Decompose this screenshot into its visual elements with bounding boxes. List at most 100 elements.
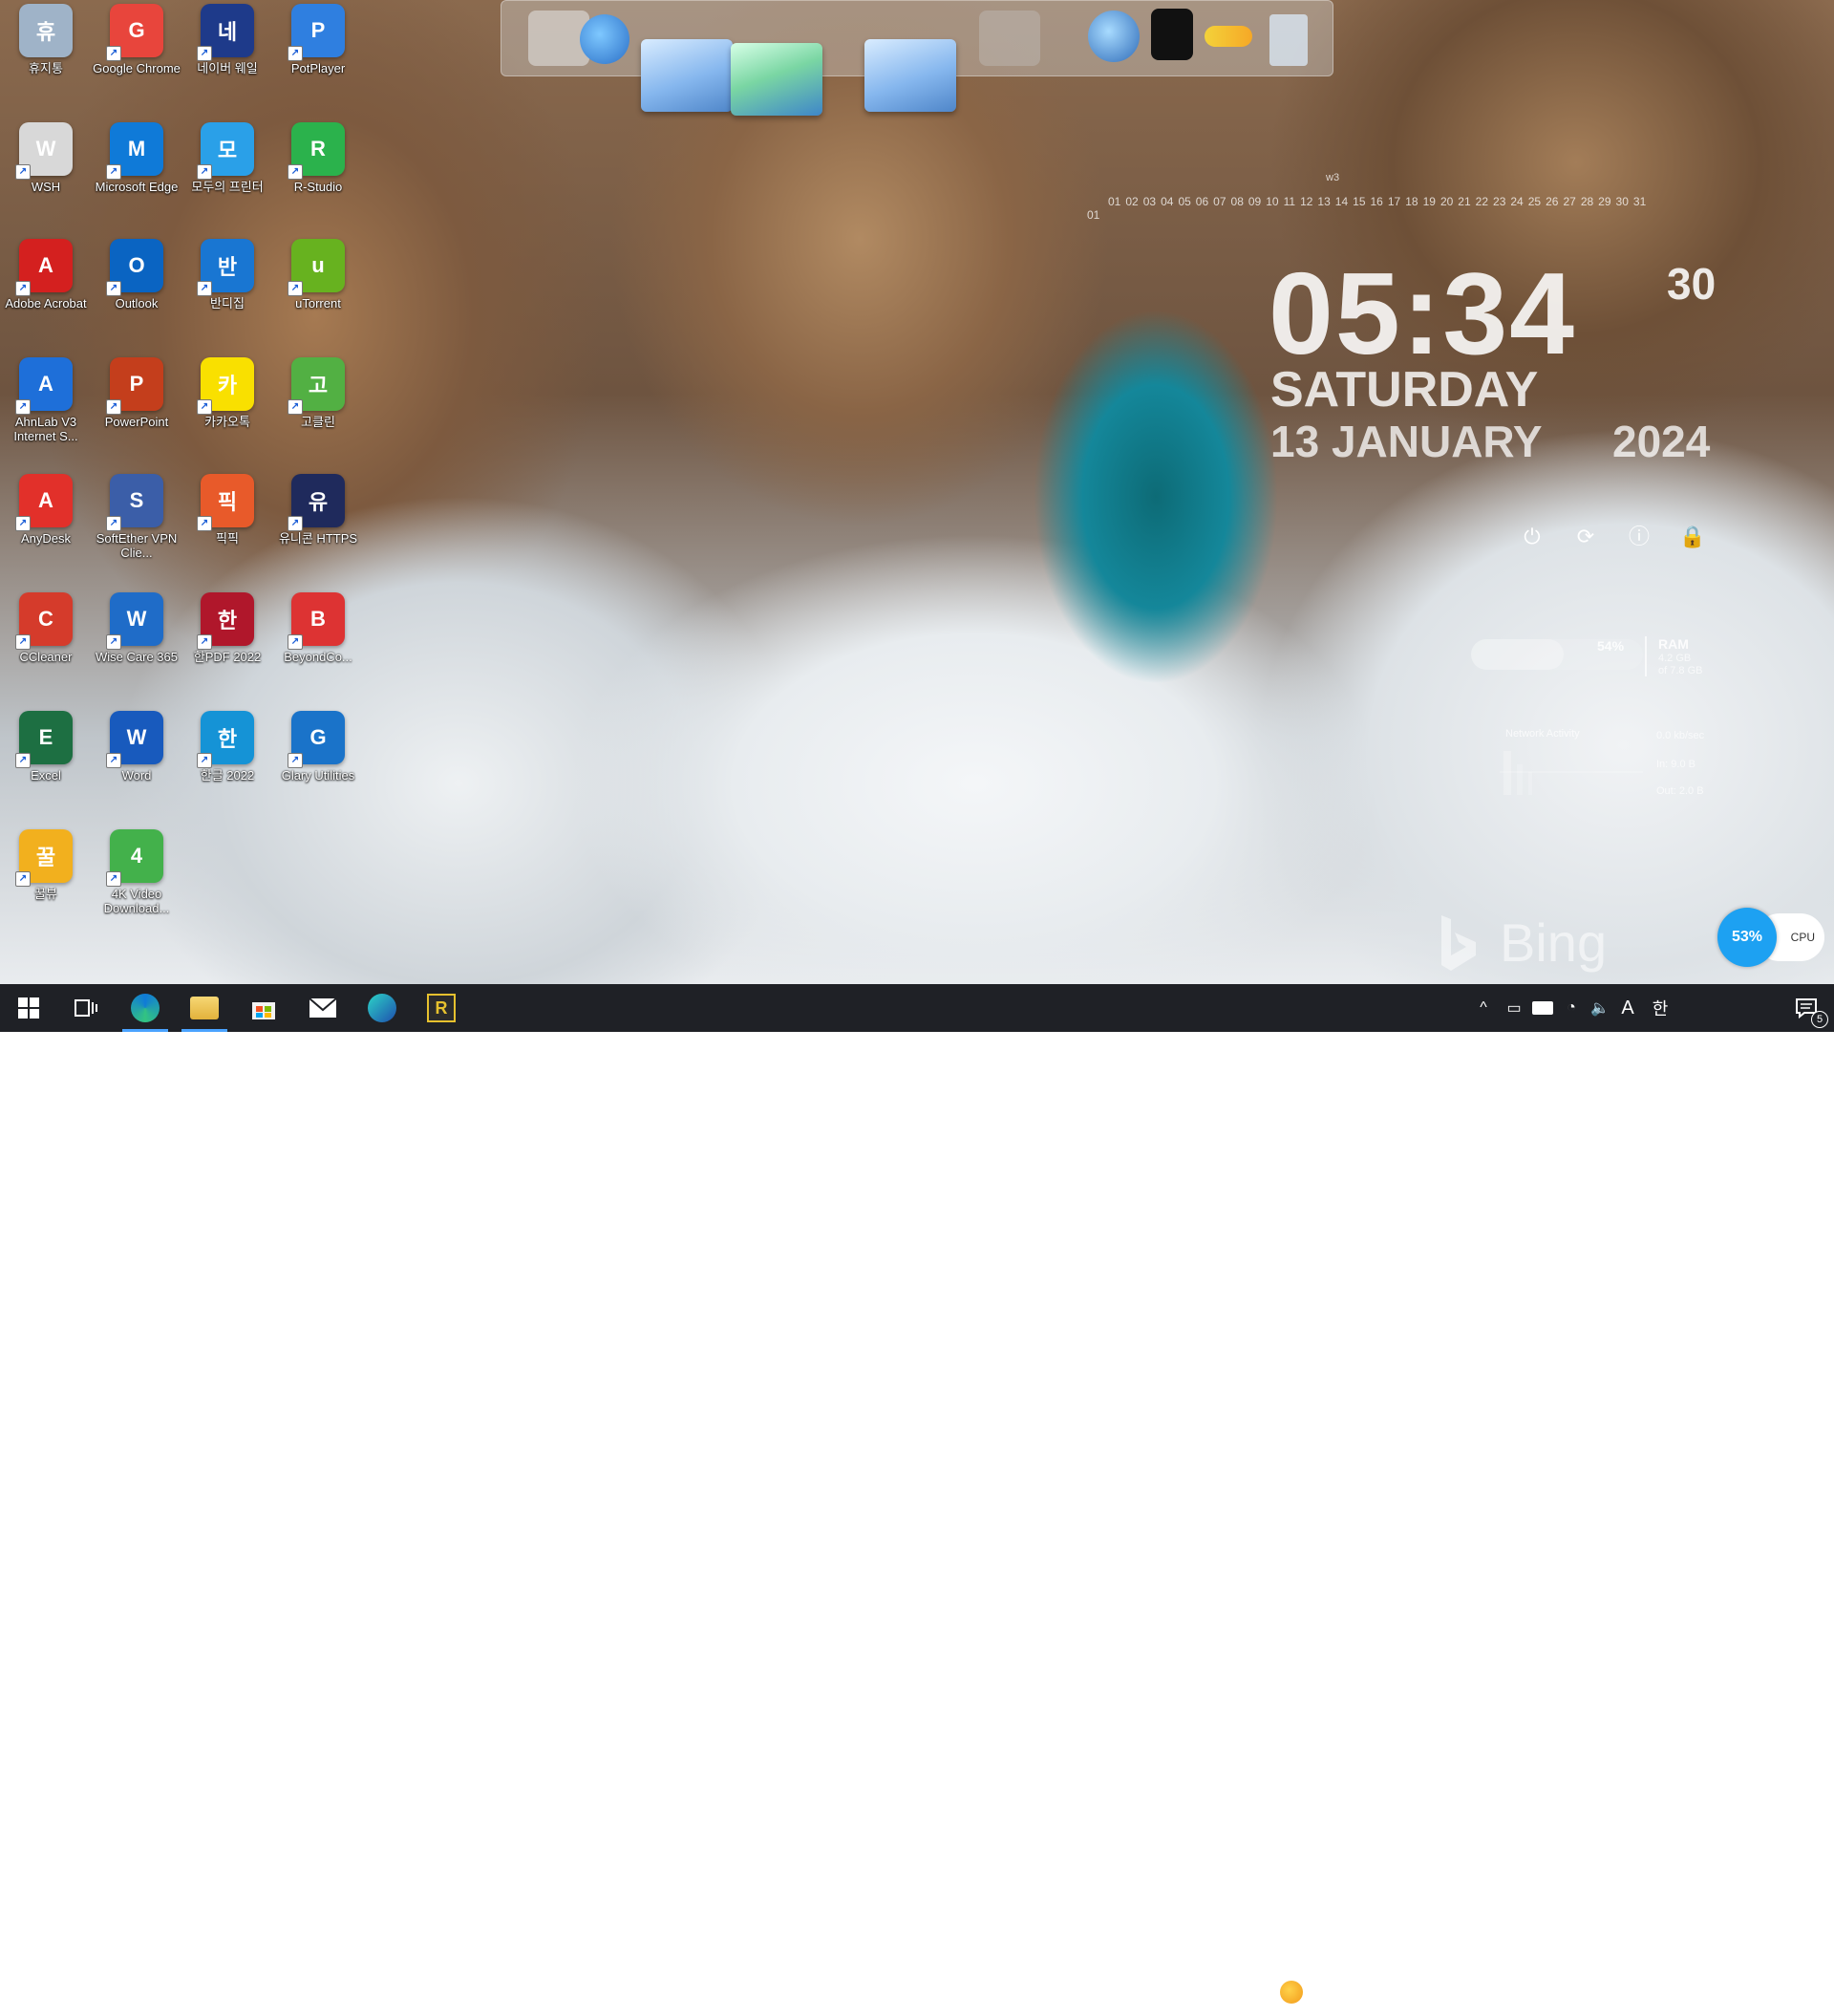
- weather-text: 7°C 대체로 화창: [1311, 1984, 1422, 2004]
- shortcut-arrow-icon: ↗: [197, 164, 212, 180]
- network-chart: [1500, 751, 1643, 795]
- desktop-icon[interactable]: 휴 휴지통: [0, 4, 92, 75]
- desktop-icon[interactable]: G ↗ Glary Utilities: [272, 711, 364, 783]
- shortcut-arrow-icon: ↗: [106, 46, 121, 61]
- desktop-icon-label: PowerPoint: [104, 415, 169, 429]
- edge-taskbar[interactable]: [117, 984, 174, 1032]
- ime-mode-a[interactable]: A: [1614, 984, 1641, 1032]
- desktop[interactable]: 휴 휴지통 G ↗ Google Chrome 네 ↗ 네이버 웨일 P ↗ PotPlayer W ↗…: [0, 0, 1834, 984]
- whale-browser-icon: 네 ↗: [197, 4, 254, 61]
- desktop-icon[interactable]: 4 ↗ 4K Video Download...: [91, 829, 182, 915]
- battery-icon[interactable]: [1528, 984, 1557, 1032]
- desktop-icon[interactable]: 유 ↗ 유니콘 HTTPS: [272, 474, 364, 546]
- calendar-day: 14: [1334, 195, 1349, 208]
- desktop-icon[interactable]: 한 ↗ 한PDF 2022: [181, 592, 273, 664]
- taskbar-clock-time[interactable]: 오후 5:34: [1691, 1973, 1767, 1992]
- photo-folder-icon[interactable]: [864, 39, 956, 112]
- desktop-icon[interactable]: 반 ↗ 반디집: [181, 239, 273, 311]
- calendar-day: 03: [1142, 195, 1157, 208]
- weather-widget[interactable]: 7°C 대체로 화창: [1280, 1968, 1421, 2016]
- calendar-day: 06: [1195, 195, 1209, 208]
- calendar-day: 07: [1213, 195, 1226, 208]
- wand-icon[interactable]: [1205, 26, 1252, 47]
- desktop-icon[interactable]: A ↗ Adobe Acrobat: [0, 239, 92, 311]
- desktop-icon-label: Excel: [31, 768, 61, 783]
- desktop-icon[interactable]: 모 ↗ 모두의 프린터: [181, 122, 273, 194]
- desktop-icon[interactable]: A ↗ AnyDesk: [0, 474, 92, 546]
- desktop-icon[interactable]: W ↗ Word: [91, 711, 182, 783]
- word-icon: W ↗: [106, 711, 163, 768]
- notification-center-button[interactable]: 5: [1782, 984, 1830, 1032]
- ime-mode-han[interactable]: 한: [1643, 984, 1677, 1032]
- calendar-day: 15: [1353, 195, 1366, 208]
- device-icon[interactable]: ▭: [1500, 984, 1528, 1032]
- power-icon[interactable]: ⏻: [1517, 522, 1547, 552]
- recycle-bin-dock-icon[interactable]: [1269, 14, 1308, 66]
- whale-browser-icon: [368, 994, 396, 1022]
- lock-icon[interactable]: 🔒: [1677, 522, 1708, 552]
- desktop-icon[interactable]: 꿀 ↗ 꿀뷰: [0, 829, 92, 901]
- desktop-icon[interactable]: P ↗ PowerPoint: [91, 357, 182, 429]
- desktop-icon[interactable]: W ↗ WSH: [0, 122, 92, 194]
- whale-taskbar[interactable]: [353, 984, 411, 1032]
- file-explorer-taskbar[interactable]: [176, 984, 233, 1032]
- desktop-icon-label: 모두의 프린터: [191, 180, 264, 194]
- desktop-icon[interactable]: M ↗ Microsoft Edge: [91, 122, 182, 194]
- folder-icon[interactable]: [641, 39, 733, 112]
- network-title: Network Activity: [1505, 728, 1580, 740]
- bing-logo-icon: [1441, 915, 1476, 971]
- desktop-icon[interactable]: B ↗ BeyondCo...: [272, 592, 364, 664]
- desktop-icon[interactable]: O ↗ Outlook: [91, 239, 182, 311]
- desktop-icon-label: Wise Care 365: [96, 650, 178, 664]
- desktop-icon[interactable]: u ↗ uTorrent: [272, 239, 364, 311]
- tshirt-icon[interactable]: [1151, 9, 1193, 60]
- calendar-day: 01: [1108, 195, 1121, 208]
- task-view-button[interactable]: [57, 984, 115, 1032]
- desktop-icon[interactable]: R ↗ R-Studio: [272, 122, 364, 194]
- microsoft-store-taskbar[interactable]: [235, 984, 292, 1032]
- desktop-icon[interactable]: G ↗ Google Chrome: [91, 4, 182, 75]
- folder-icon: [190, 997, 219, 1019]
- desktop-icon-label: AhnLab V3 Internet S...: [13, 415, 78, 443]
- desktop-icon[interactable]: 한 ↗ 한글 2022: [181, 711, 273, 783]
- wsh-icon: W ↗: [15, 122, 73, 180]
- restart-icon[interactable]: ⟳: [1570, 522, 1601, 552]
- music-folder-icon[interactable]: [731, 43, 822, 116]
- recycle-bin-icon: 휴: [19, 4, 73, 57]
- tools-icon[interactable]: [979, 11, 1040, 66]
- task-view-icon: [75, 999, 97, 1017]
- desktop-icon[interactable]: A ↗ AhnLab V3 Internet S...: [0, 357, 92, 443]
- powerpoint-icon: P ↗: [106, 357, 163, 415]
- desktop-icon[interactable]: P ↗ PotPlayer: [272, 4, 364, 75]
- widget-year: 2024: [1612, 417, 1711, 466]
- info-icon[interactable]: ⓘ: [1624, 522, 1654, 552]
- shortcut-arrow-icon: ↗: [288, 46, 303, 61]
- desktop-icon[interactable]: E ↗ Excel: [0, 711, 92, 783]
- desktop-icon[interactable]: S ↗ SoftEther VPN Clie...: [91, 474, 182, 560]
- shortcut-arrow-icon: ↗: [288, 281, 303, 296]
- r-app-taskbar[interactable]: R: [413, 984, 470, 1032]
- bandizip-icon: 반 ↗: [197, 239, 254, 296]
- cpu-percent-bubble[interactable]: 53%: [1717, 908, 1777, 967]
- desktop-icon[interactable]: 고 ↗ 고클린: [272, 357, 364, 429]
- desktop-icon[interactable]: W ↗ Wise Care 365: [91, 592, 182, 664]
- volume-icon[interactable]: 🔈: [1586, 984, 1614, 1032]
- desktop-icon[interactable]: C ↗ CCleaner: [0, 592, 92, 664]
- r-studio-icon: R ↗: [288, 122, 345, 180]
- desktop-icon[interactable]: 픽 ↗ 픽픽: [181, 474, 273, 546]
- wifi-icon[interactable]: ◔: [1557, 984, 1586, 1032]
- shortcut-arrow-icon: ↗: [106, 164, 121, 180]
- start-button[interactable]: [0, 984, 57, 1032]
- desktop-icon[interactable]: 네 ↗ 네이버 웨일: [181, 4, 273, 75]
- globe-icon[interactable]: [580, 14, 629, 64]
- calendar-day: 10: [1266, 195, 1279, 208]
- calendar-day: 27: [1563, 195, 1576, 208]
- chevron-up-icon[interactable]: ^: [1469, 984, 1498, 1032]
- desktop-icon[interactable]: 카 ↗ 카카오톡: [181, 357, 273, 429]
- network-globe-icon[interactable]: [1088, 11, 1140, 62]
- taskbar-clock-date[interactable]: 2024-01-13: [1687, 1994, 1771, 2008]
- shortcut-arrow-icon: ↗: [197, 399, 212, 415]
- mail-taskbar[interactable]: [294, 984, 352, 1032]
- calendar-day: 19: [1422, 195, 1436, 208]
- glary-icon: G ↗: [288, 711, 345, 768]
